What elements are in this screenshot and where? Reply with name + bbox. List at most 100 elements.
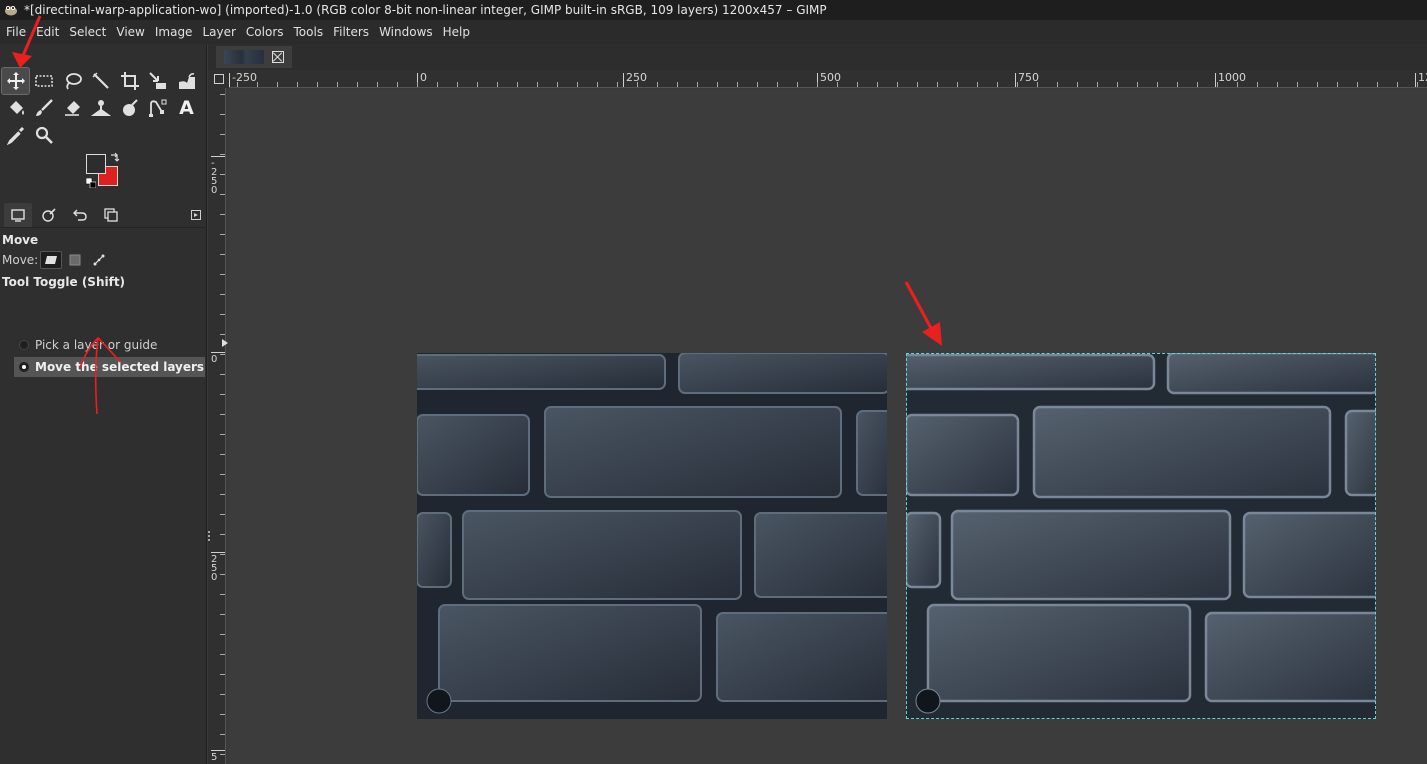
fuzzy-select-tool-button[interactable]: [88, 68, 115, 94]
ruler-tick: [220, 554, 225, 555]
menu-windows[interactable]: Windows: [374, 20, 438, 44]
vertical-ruler[interactable]: -250 0 250 5: [208, 88, 226, 764]
radio-button[interactable]: [19, 362, 29, 372]
brick-wall-image: [417, 353, 887, 719]
warp-transform-icon: [178, 73, 195, 89]
device-status-icon: [42, 207, 56, 222]
warp-transform-tool-button[interactable]: [173, 68, 200, 94]
menu-colors[interactable]: Colors: [241, 20, 289, 44]
dock-menu-icon[interactable]: [191, 210, 201, 220]
ruler-label: 750: [1018, 71, 1039, 84]
ruler-tick: [917, 82, 918, 87]
layer-mode-icon: [45, 256, 58, 264]
radio-label: Pick a layer or guide: [35, 338, 158, 352]
default-colors-icon[interactable]: [86, 178, 96, 188]
ruler-tick: [677, 82, 678, 87]
quick-mask-icon: [213, 74, 224, 84]
menu-image[interactable]: Image: [150, 20, 198, 44]
ruler-label: -250: [211, 158, 218, 196]
brick-layer-original[interactable]: [417, 353, 887, 719]
menu-help[interactable]: Help: [438, 20, 475, 44]
ruler-label: 12: [1418, 71, 1427, 84]
zoom-tool-button[interactable]: [31, 122, 58, 148]
foreground-color-swatch[interactable]: [86, 154, 106, 174]
menu-select[interactable]: Select: [64, 20, 111, 44]
paths-icon: [149, 99, 167, 117]
move-mode-label: Move:: [2, 253, 39, 267]
horizontal-ruler[interactable]: -2500250500750100012: [229, 70, 1427, 88]
ruler-tick: [220, 274, 225, 275]
tool-options-icon: [11, 208, 25, 222]
ruler-tick: [220, 634, 225, 635]
ruler-tick: [220, 714, 225, 715]
ruler-tick: [1137, 82, 1138, 87]
ruler-tick: [577, 82, 578, 87]
eraser-tool-button[interactable]: [59, 95, 86, 121]
radio-move-selected-layers[interactable]: Move the selected layers: [14, 357, 205, 377]
smudge-tool-button[interactable]: [116, 95, 143, 121]
ruler-tick: [657, 82, 658, 87]
ruler-tick: [797, 82, 798, 87]
move-selection-mode-button[interactable]: [64, 251, 86, 269]
zoom-icon: [35, 126, 53, 144]
ruler-tick: [517, 82, 518, 87]
paintbrush-tool-button[interactable]: [31, 95, 58, 121]
menu-filters[interactable]: Filters: [328, 20, 374, 44]
menu-file[interactable]: File: [0, 20, 31, 44]
menu-edit[interactable]: Edit: [31, 20, 64, 44]
smudge-icon: [122, 99, 138, 116]
toolbox-dock: A Move Move: Tool Toggle (Shift) Pick a …: [0, 44, 207, 764]
pane-resize-handle[interactable]: [207, 530, 211, 542]
move-layer-mode-button[interactable]: [40, 251, 63, 269]
menu-tools[interactable]: Tools: [289, 20, 329, 44]
unified-transform-tool-button[interactable]: [145, 68, 172, 94]
color-picker-tool-button[interactable]: [2, 122, 29, 148]
ruler-tick: [220, 314, 225, 315]
ruler-tick: [1117, 82, 1118, 87]
quick-mask-toggle[interactable]: [208, 70, 229, 88]
ruler-tick: [757, 82, 758, 87]
bucket-fill-tool-button[interactable]: [2, 95, 29, 121]
menu-view[interactable]: View: [111, 20, 149, 44]
radio-pick-layer[interactable]: Pick a layer or guide: [14, 335, 205, 355]
ruler-tick: [220, 194, 225, 195]
ruler-tick: [1017, 82, 1018, 87]
radio-button[interactable]: [19, 340, 29, 350]
tab-device-status[interactable]: [35, 203, 63, 227]
ruler-tick: [1217, 82, 1218, 87]
close-tab-icon[interactable]: [272, 51, 284, 63]
ruler-tick: [597, 82, 598, 87]
bucket-fill-icon: [9, 101, 24, 115]
swap-colors-icon[interactable]: [110, 152, 120, 162]
image-tab[interactable]: [216, 46, 292, 68]
move-path-mode-button[interactable]: [88, 251, 110, 269]
ruler-tick: [1077, 82, 1078, 87]
ruler-tick: [277, 82, 278, 87]
ruler-tick: [1177, 82, 1178, 87]
ruler-tick: [220, 694, 225, 695]
free-select-tool-button[interactable]: [59, 68, 86, 94]
clone-tool-button[interactable]: [88, 95, 115, 121]
rect-select-tool-button[interactable]: [31, 68, 58, 94]
ruler-tick: [1037, 82, 1038, 87]
paths-tool-button[interactable]: [145, 95, 172, 121]
move-tool-button[interactable]: [1, 67, 30, 95]
canvas-area[interactable]: [229, 89, 1427, 764]
ruler-tick: [220, 734, 225, 735]
tab-tool-options[interactable]: [4, 202, 32, 227]
fuzzy-select-icon: [92, 72, 109, 89]
text-tool-button[interactable]: A: [173, 95, 200, 121]
menu-layer[interactable]: Layer: [197, 20, 240, 44]
crop-icon: [120, 72, 139, 90]
tab-images[interactable]: [97, 203, 125, 227]
ruler-tick: [1197, 82, 1198, 87]
ruler-tick: [1237, 82, 1238, 87]
tab-undo-history[interactable]: [66, 203, 94, 227]
ruler-tick: [497, 82, 498, 87]
ruler-tick: [397, 82, 398, 87]
brick-layer-warped-selected[interactable]: [906, 353, 1376, 719]
crop-tool-button[interactable]: [116, 68, 143, 94]
ruler-tick: [220, 494, 225, 495]
ruler-label: 0: [420, 71, 427, 84]
vertical-ruler-pointer-icon: [222, 339, 228, 347]
